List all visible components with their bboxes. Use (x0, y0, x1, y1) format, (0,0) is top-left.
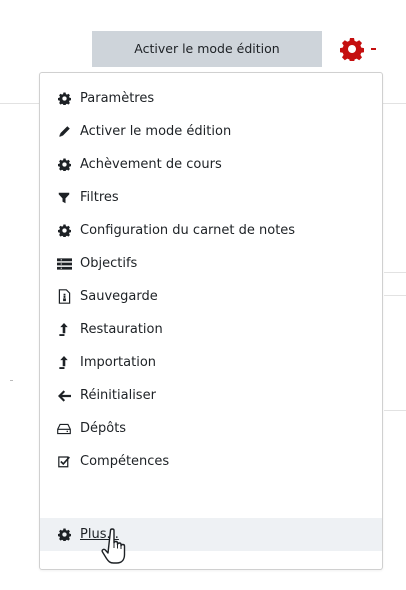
menu-item-label: Configuration du carnet de notes (80, 222, 296, 238)
menu-item-restore[interactable]: Restauration (40, 313, 382, 346)
menu-item-filters[interactable]: Filtres (40, 181, 382, 214)
menu-item-label: Restauration (80, 321, 163, 337)
upload-icon (56, 355, 72, 371)
menu-item-label: Importation (80, 354, 157, 370)
menu-item-import[interactable]: Importation (40, 346, 382, 379)
course-actions-toggle[interactable] (340, 36, 390, 62)
gear-icon (56, 223, 72, 239)
menu-item-label: Objectifs (80, 255, 138, 271)
upload-icon (56, 322, 72, 338)
page-divider (384, 410, 406, 411)
page-divider (384, 272, 406, 273)
gear-icon (340, 37, 364, 61)
hand-cursor-icon (101, 527, 135, 567)
list-icon (56, 256, 72, 272)
menu-item-label: Sauvegarde (80, 288, 158, 304)
menu-item-label: Filtres (80, 189, 119, 205)
page-divider (10, 380, 13, 381)
gear-icon (56, 157, 72, 173)
menu-item-label: Compétences (80, 453, 170, 469)
menu-item-reset[interactable]: Réinitialiser (40, 379, 382, 412)
caret-down-icon (371, 48, 376, 50)
gear-icon (56, 527, 72, 543)
menu-item-outcomes[interactable]: Objectifs (40, 247, 382, 280)
edit-mode-button[interactable]: Activer le mode édition (92, 31, 322, 67)
menu-item-backup[interactable]: Sauvegarde (40, 280, 382, 313)
arrow-left-icon (56, 388, 72, 404)
menu-item-edit-mode[interactable]: Activer le mode édition (40, 115, 382, 148)
checkbox-icon (56, 454, 72, 470)
hdd-icon (56, 421, 72, 437)
menu-item-label: Paramètres (80, 90, 155, 106)
page-divider (384, 295, 406, 296)
gear-icon (56, 91, 72, 107)
menu-item-label: Achèvement de cours (80, 156, 222, 172)
menu-item-label: Réinitialiser (80, 387, 156, 403)
menu-item-course-completion[interactable]: Achèvement de cours (40, 148, 382, 181)
menu-item-more[interactable]: Plus... (40, 518, 382, 551)
course-actions-menu: Paramètres Activer le mode édition Achèv… (39, 72, 383, 570)
menu-item-gradebook-setup[interactable]: Configuration du carnet de notes (40, 214, 382, 247)
menu-item-label: Activer le mode édition (80, 123, 232, 139)
pencil-icon (56, 124, 72, 140)
filter-icon (56, 190, 72, 206)
file-icon (56, 289, 72, 305)
menu-item-competencies[interactable]: Compétences (40, 445, 382, 478)
menu-item-repositories[interactable]: Dépôts (40, 412, 382, 445)
menu-item-parametres[interactable]: Paramètres (40, 82, 382, 115)
menu-item-label: Dépôts (80, 420, 127, 436)
